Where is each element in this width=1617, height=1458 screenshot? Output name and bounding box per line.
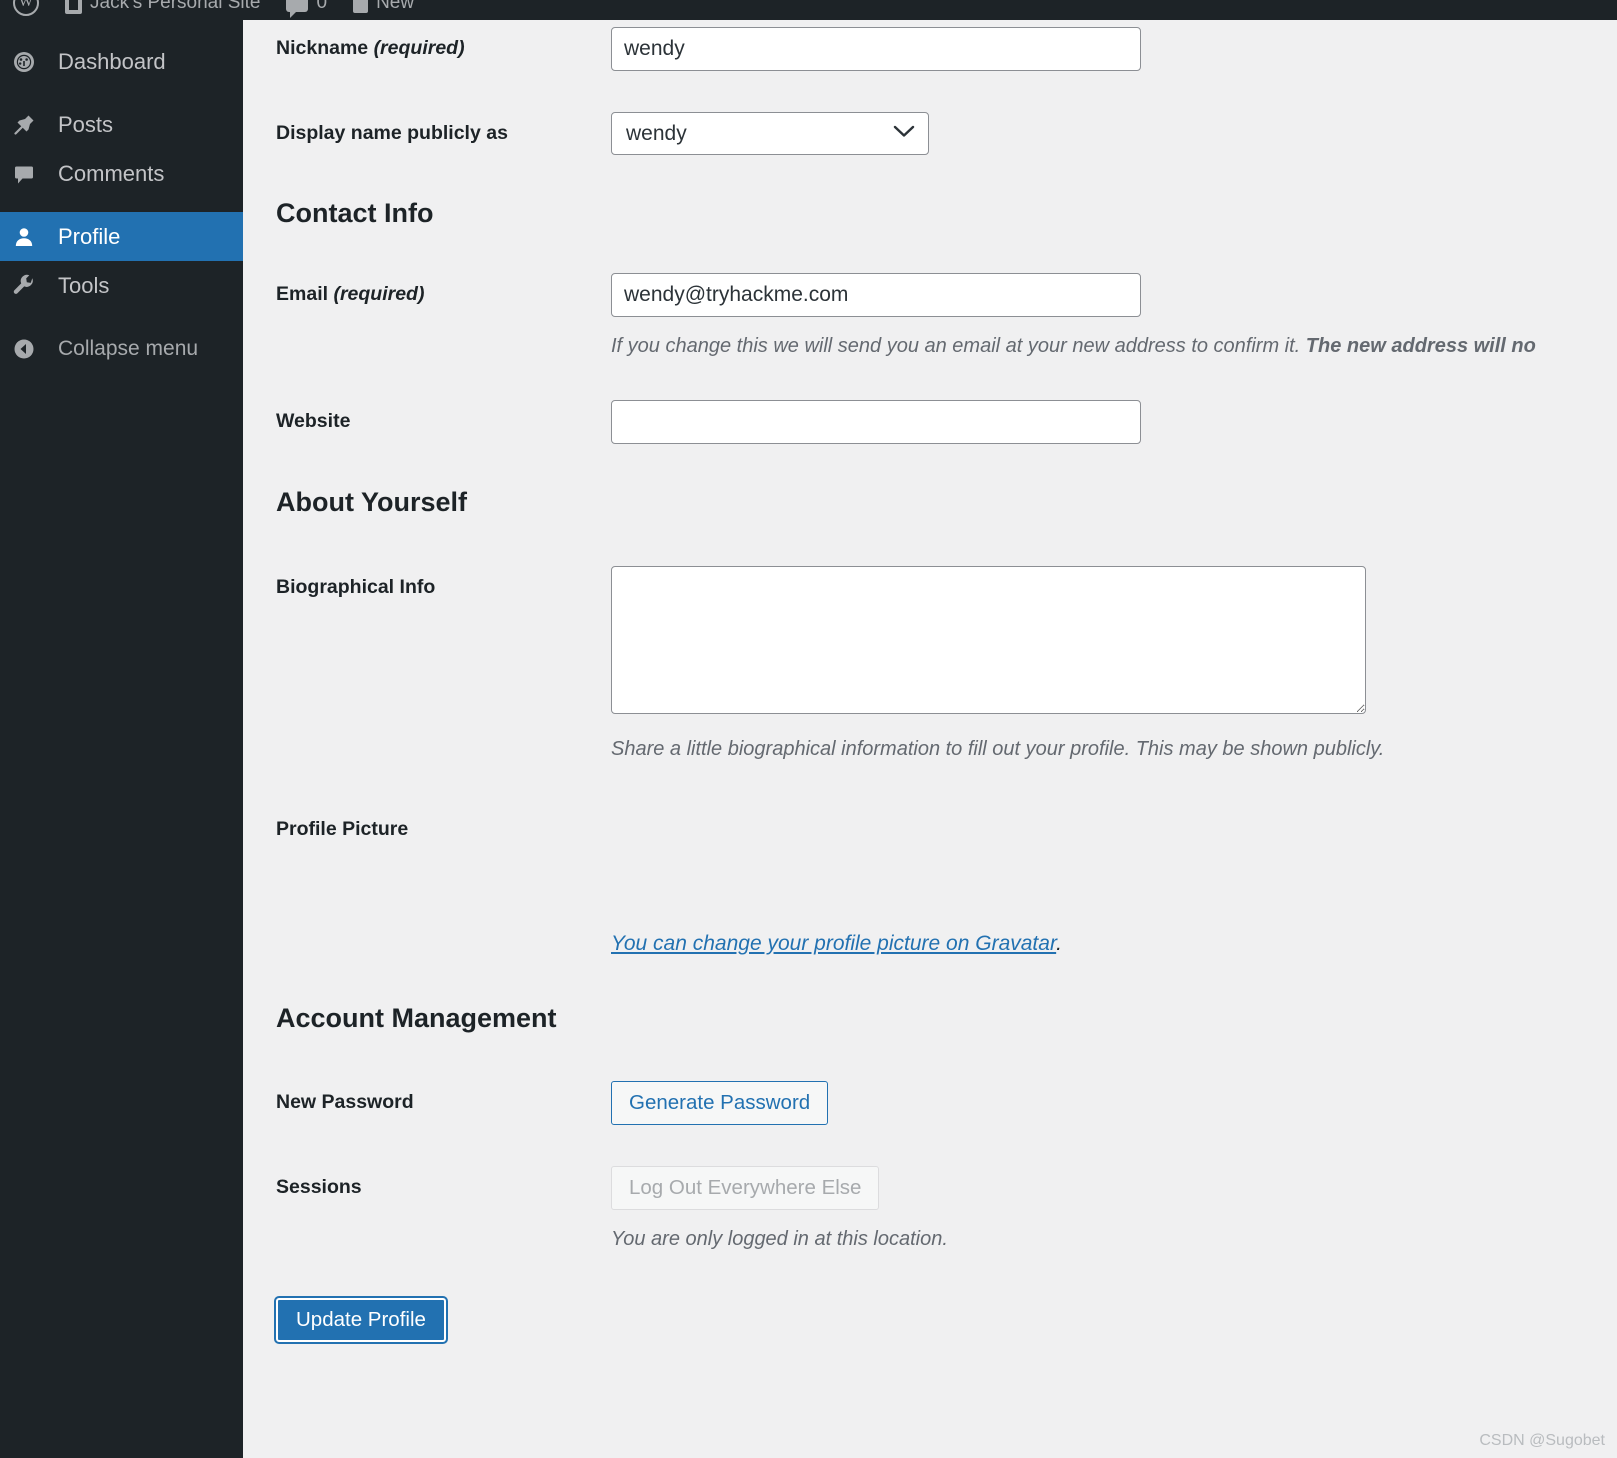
wrench-icon (12, 274, 50, 298)
row-biographical-info: Biographical Info Share a little biograp… (243, 565, 1617, 764)
email-label-text: Email (276, 283, 329, 306)
contact-info-heading: Contact Info (276, 198, 434, 228)
comment-icon (286, 0, 309, 18)
display-name-select[interactable]: wendy (611, 112, 929, 155)
sidebar-item-tools[interactable]: Tools (0, 261, 243, 310)
sessions-label: Sessions (276, 1176, 362, 1199)
sidebar-item-posts[interactable]: Posts (0, 100, 243, 149)
sidebar-item-label: Tools (58, 272, 110, 298)
email-label: Email (required) (243, 273, 578, 308)
sessions-description: You are only logged in at this location. (611, 1228, 948, 1251)
admin-bar-site-name[interactable]: Jack's Personal Site (52, 0, 273, 20)
row-profile-picture: Profile Picture You can change your prof… (243, 808, 1617, 956)
sidebar-item-profile[interactable]: Profile (0, 212, 243, 261)
pin-icon (12, 113, 50, 137)
comments-count-label: 0 (316, 0, 328, 13)
sidebar-item-comments[interactable]: Comments (0, 149, 243, 198)
submit-row: Update Profile (243, 1296, 1617, 1345)
row-email: Email (required) If you change this we w… (243, 273, 1617, 361)
sidebar-item-label: Profile (58, 223, 121, 249)
gravatar-description: You can change your profile picture on G… (611, 932, 1617, 956)
nickname-label-text: Nickname (276, 37, 369, 59)
new-content-label: New (376, 0, 415, 13)
watermark: CSDN @Sugobet (1479, 1432, 1605, 1449)
wordpress-logo-icon (13, 0, 39, 16)
row-nickname: Nickname (required) (243, 27, 1617, 71)
generate-password-button[interactable]: Generate Password (611, 1081, 829, 1126)
nickname-required-text: (required) (373, 37, 465, 59)
gravatar-link[interactable]: You can change your profile picture on G… (611, 932, 1056, 955)
website-input[interactable] (611, 400, 1141, 445)
nickname-label: Nickname (required) (243, 27, 578, 62)
sidebar-collapse-label: Collapse menu (58, 336, 199, 360)
email-required-text: (required) (333, 283, 425, 306)
email-input[interactable] (611, 273, 1141, 318)
avatar (611, 808, 707, 904)
site-name-label: Jack's Personal Site (90, 0, 261, 13)
biographical-info-textarea[interactable] (611, 565, 1366, 714)
sidebar-collapse-menu-button[interactable]: Collapse menu (0, 324, 243, 373)
sidebar-item-label: Comments (58, 160, 165, 186)
comment-icon (12, 162, 50, 186)
about-yourself-heading: About Yourself (276, 487, 468, 518)
site-icon (65, 0, 82, 14)
email-description: If you change this we will send you an e… (611, 331, 1617, 361)
dashboard-icon (12, 50, 50, 74)
display-name-label: Display name publicly as (276, 122, 508, 144)
profile-picture-label: Profile Picture (276, 817, 409, 840)
plus-icon (353, 0, 369, 13)
website-label: Website (276, 410, 351, 433)
log-out-everywhere-else-button[interactable]: Log Out Everywhere Else (611, 1166, 880, 1211)
user-icon (12, 225, 50, 249)
admin-bar-comments[interactable]: 0 (273, 0, 340, 20)
row-new-password: New Password Generate Password (243, 1081, 1617, 1126)
collapse-left-icon (12, 337, 50, 361)
admin-sidebar-menu: Dashboard Posts Comments Profile Tools C… (0, 20, 243, 1458)
gravatar-link-suffix: . (1056, 931, 1062, 955)
row-sessions: Sessions Log Out Everywhere Else You are… (243, 1166, 1617, 1254)
wordpress-admin-profile-page: Jack's Personal Site 0 New (0, 0, 1617, 1458)
account-management-heading: Account Management (276, 1002, 557, 1033)
new-password-label: New Password (276, 1091, 414, 1114)
row-website: Website (243, 400, 1617, 445)
profile-form-content: Nickname (required) Display name publicl… (243, 20, 1617, 1458)
admin-bar-wp-logo[interactable] (0, 0, 52, 20)
email-description-plain: If you change this we will send you an e… (611, 335, 1306, 358)
biographical-info-description: Share a little biographical information … (611, 737, 1385, 760)
sidebar-item-dashboard[interactable]: Dashboard (0, 37, 243, 86)
update-profile-button[interactable]: Update Profile (274, 1296, 448, 1345)
email-description-bold: The new address will no (1305, 335, 1536, 358)
nickname-input[interactable] (611, 27, 1141, 71)
sidebar-item-label: Posts (58, 111, 114, 137)
admin-bar: Jack's Personal Site 0 New (0, 0, 1617, 20)
sidebar-item-label: Dashboard (58, 48, 166, 74)
biographical-info-label: Biographical Info (276, 575, 436, 598)
row-display-name: Display name publicly as wendy (243, 112, 1617, 155)
admin-bar-new-content[interactable]: New (340, 0, 427, 20)
